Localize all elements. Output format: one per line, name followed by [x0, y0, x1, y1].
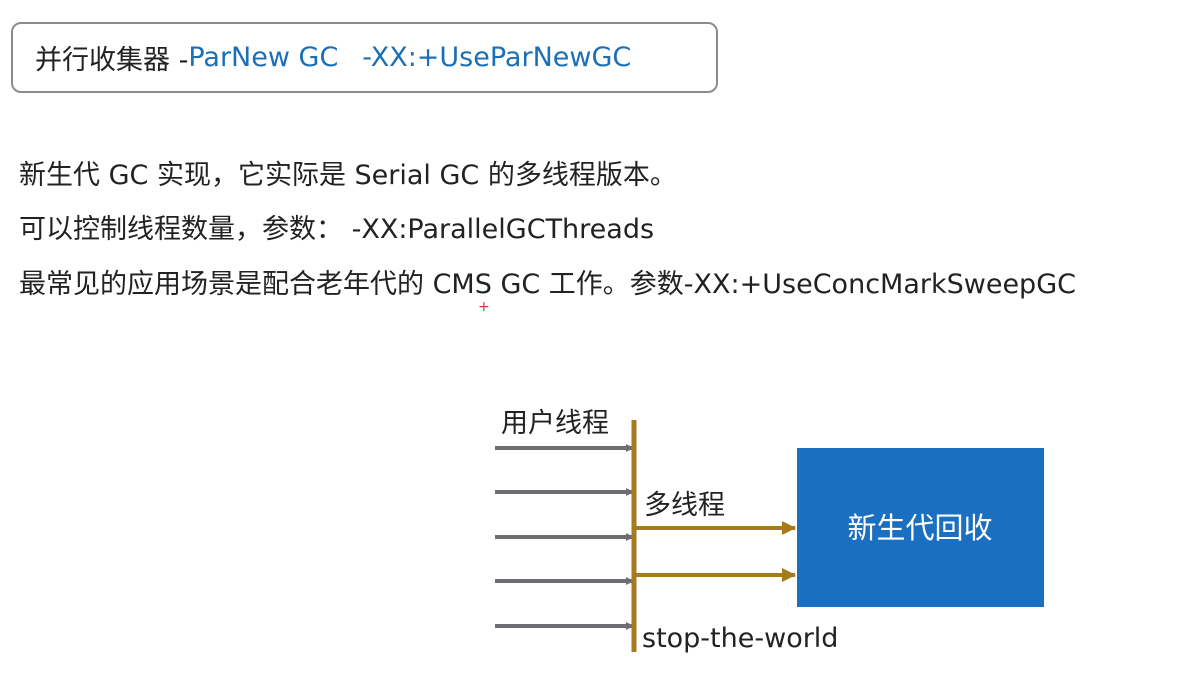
user-threads-label: 用户线程: [501, 408, 609, 439]
parnew-diagram: 用户线程 多线程 新生代回收 stop-the-world: [495, 408, 1044, 654]
user-thread-arrows: [495, 444, 634, 630]
gc-thread-arrows: [634, 521, 796, 582]
multi-thread-label: 多线程: [644, 490, 725, 521]
stop-the-world-label: stop-the-world: [642, 623, 838, 654]
young-gen-collect-label: 新生代回收: [847, 511, 992, 545]
